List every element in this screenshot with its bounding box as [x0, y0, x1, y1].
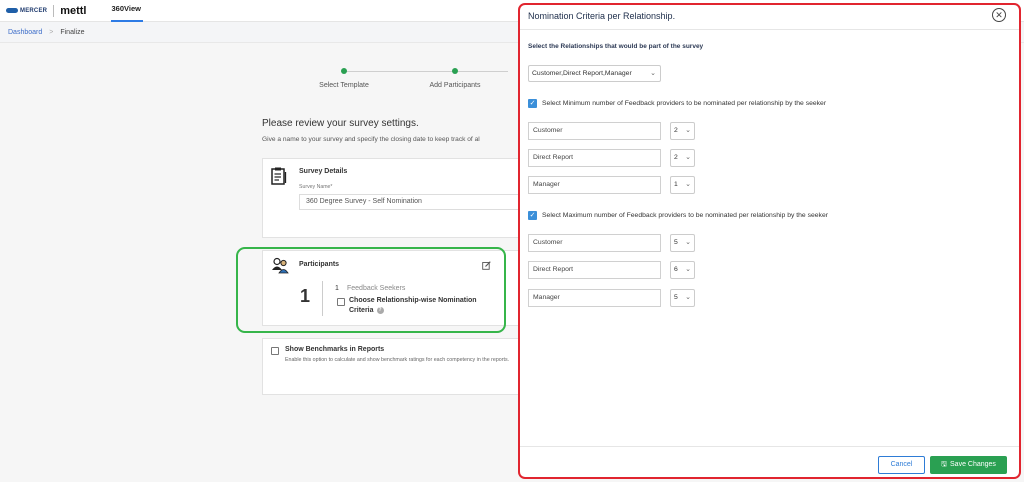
chevron-down-icon: ⌄	[685, 154, 691, 161]
step-add-participants[interactable]: Add Participants	[416, 68, 494, 89]
min-relationship-direct-report: Direct Report	[528, 149, 661, 167]
dialog-header-divider	[520, 29, 1019, 30]
review-subtitle: Give a name to your survey and specify t…	[262, 136, 480, 143]
mettl-logo: mettl	[60, 4, 87, 17]
dialog-title: Nomination Criteria per Relationship.	[528, 11, 676, 21]
dialog-footer-divider	[520, 446, 1019, 447]
mercer-wordmark: MERCER	[20, 7, 48, 14]
max-criteria-checkbox[interactable]: ✓	[528, 211, 537, 220]
min-criteria-label: Select Minimum number of Feedback provid…	[542, 100, 827, 107]
benchmarks-card: Show Benchmarks in Reports Enable this o…	[262, 338, 532, 395]
min-relationship-manager: Manager	[528, 176, 661, 194]
step-done-icon	[452, 68, 458, 74]
max-criteria-label: Select Maximum number of Feedback provid…	[542, 212, 828, 219]
step-select-template[interactable]: Select Template	[305, 68, 383, 89]
select-value: 5	[674, 294, 678, 301]
step-label: Add Participants	[429, 82, 481, 89]
select-value: 1	[674, 181, 678, 188]
app-tab-360view[interactable]: 360View	[111, 0, 144, 22]
relationships-selected-value: Customer,Direct Report,Manager	[532, 70, 632, 77]
select-value: 2	[674, 127, 678, 134]
min-criteria-checkbox[interactable]: ✓	[528, 99, 537, 108]
step-label: Select Template	[319, 82, 369, 89]
chevron-down-icon: ⌄	[685, 181, 691, 188]
breadcrumb-dashboard[interactable]: Dashboard	[8, 29, 42, 36]
min-count-select-manager[interactable]: 1 ⌄	[670, 176, 695, 194]
benchmarks-label: Show Benchmarks in Reports	[285, 346, 385, 353]
max-relationship-direct-report: Direct Report	[528, 261, 661, 279]
select-value: 2	[674, 154, 678, 161]
save-icon: 🖫	[941, 461, 948, 468]
close-icon[interactable]: ✕	[992, 8, 1006, 22]
benchmarks-checkbox[interactable]	[271, 347, 279, 355]
min-count-select-direct-report[interactable]: 2 ⌄	[670, 149, 695, 167]
survey-details-title: Survey Details	[299, 168, 348, 175]
max-count-select-manager[interactable]: 5 ⌄	[670, 289, 695, 307]
mercer-logo: MERCER	[6, 8, 47, 14]
min-relationship-customer: Customer	[528, 122, 661, 140]
survey-name-input[interactable]: 360 Degree Survey - Self Nomination	[299, 194, 531, 210]
review-title: Please review your survey settings.	[262, 118, 419, 129]
participants-highlight	[236, 247, 506, 333]
chevron-down-icon: ⌄	[685, 239, 691, 246]
breadcrumb-separator: >	[49, 28, 54, 36]
min-count-select-customer[interactable]: 2 ⌄	[670, 122, 695, 140]
relationships-multiselect[interactable]: Customer,Direct Report,Manager ⌄	[528, 65, 661, 82]
nomination-criteria-dialog: Nomination Criteria per Relationship. ✕ …	[518, 3, 1021, 479]
max-count-select-customer[interactable]: 5 ⌄	[670, 234, 695, 252]
save-changes-label: Save Changes	[950, 461, 996, 468]
step-done-icon	[341, 68, 347, 74]
select-value: 6	[674, 266, 678, 273]
max-relationship-manager: Manager	[528, 289, 661, 307]
select-value: 5	[674, 239, 678, 246]
chevron-down-icon: ⌄	[685, 266, 691, 273]
save-changes-button[interactable]: 🖫 Save Changes	[930, 456, 1007, 474]
survey-name-label: Survey Name*	[299, 184, 333, 190]
logo-divider	[53, 4, 55, 17]
relationships-section-label: Select the Relationships that would be p…	[528, 43, 704, 50]
benchmarks-description: Enable this option to calculate and show…	[285, 357, 510, 363]
chevron-down-icon: ⌄	[650, 70, 656, 77]
clipboard-icon	[271, 167, 287, 185]
chevron-down-icon: ⌄	[685, 294, 691, 301]
breadcrumb-finalize: Finalize	[60, 28, 85, 36]
max-relationship-customer: Customer	[528, 234, 661, 252]
chevron-down-icon: ⌄	[685, 127, 691, 134]
cancel-button[interactable]: Cancel	[878, 456, 925, 474]
survey-details-card: Survey Details Survey Name* 360 Degree S…	[262, 158, 532, 238]
max-count-select-direct-report[interactable]: 6 ⌄	[670, 261, 695, 279]
mercer-mark-icon	[6, 8, 18, 13]
